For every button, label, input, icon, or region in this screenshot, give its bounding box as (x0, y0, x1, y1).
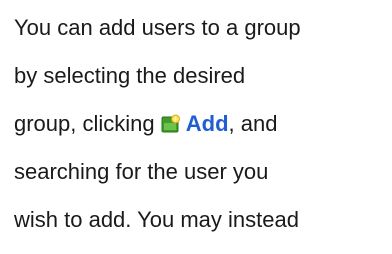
help-paragraph: You can add users to a group by selectin… (14, 0, 392, 244)
text-line-3-prefix: group, clicking (14, 111, 161, 136)
text-line-3-suffix: , and (228, 111, 278, 136)
add-link[interactable]: Add (186, 111, 229, 136)
text-line-5: wish to add. You may instead (14, 207, 299, 232)
text-line-2: by selecting the desired (14, 63, 246, 88)
text-line-3: group, clicking Add, and (14, 100, 392, 148)
text-line-4: searching for the user you (14, 159, 269, 184)
add-user-icon (161, 103, 181, 133)
text-line-1: You can add users to a group (14, 15, 301, 40)
